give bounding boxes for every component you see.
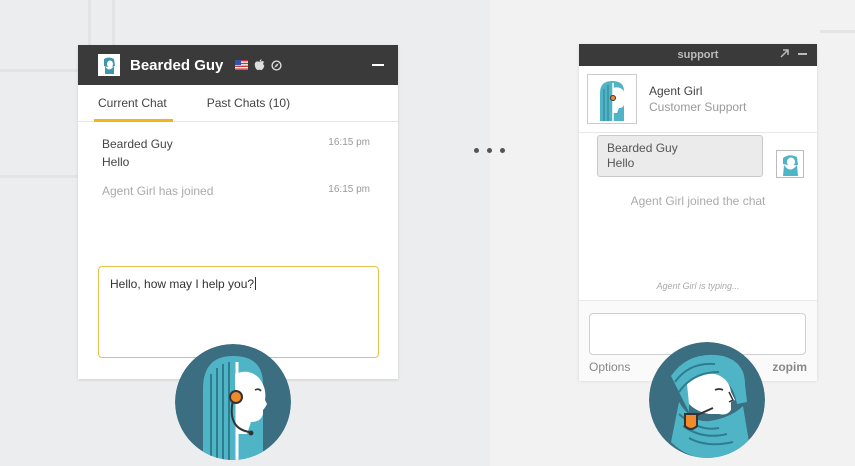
- typing-indicator: Agent Girl is typing...: [656, 281, 740, 291]
- bg-line: [112, 0, 115, 45]
- bg-line: [820, 30, 855, 33]
- agent-chat-panel: Bearded Guy Current Chat Past Chats (10)…: [78, 45, 398, 379]
- bearded-guy-avatar: [649, 342, 765, 458]
- bubble-sender: Bearded Guy: [607, 141, 678, 155]
- bubble-text: Hello: [607, 156, 635, 170]
- agent-info: Agent Girl Customer Support: [649, 84, 746, 114]
- popout-icon[interactable]: [780, 49, 789, 58]
- agent-joined-notice: Agent Girl joined the chat: [630, 194, 766, 208]
- message-time: 16:15 pm: [328, 137, 370, 148]
- zopim-logo[interactable]: zopim: [772, 360, 807, 374]
- reply-input-text: Hello, how may I help you?: [110, 277, 255, 291]
- bg-line: [0, 175, 90, 178]
- chat-message: Bearded Guy Hello 16:15 pm: [102, 137, 370, 169]
- message-text: Hello: [102, 155, 130, 169]
- visitor-avatar-small: [776, 150, 804, 178]
- browser-icon: [271, 59, 282, 71]
- tab-current-chat[interactable]: Current Chat: [94, 85, 173, 122]
- dot: [500, 148, 505, 153]
- visitor-name: Bearded Guy: [130, 56, 224, 74]
- visitor-chat-widget: support Agent Girl Customer Support Bear…: [579, 44, 817, 381]
- agent-role: Customer Support: [649, 100, 747, 114]
- ellipsis-separator: [474, 148, 505, 153]
- agent-panel-header: Bearded Guy: [78, 45, 398, 85]
- system-message: Agent Girl has joined 16:15 pm: [102, 184, 370, 198]
- dot: [474, 148, 479, 153]
- visitor-message-bubble: Bearded Guy Hello: [597, 135, 763, 177]
- us-flag-icon: [235, 60, 249, 70]
- chat-tabs: Current Chat Past Chats (10): [78, 85, 398, 122]
- visitor-avatar-small: [98, 54, 120, 76]
- minimize-button[interactable]: [372, 64, 384, 66]
- widget-header: support: [579, 44, 817, 66]
- bg-line: [88, 0, 91, 45]
- message-time: 16:15 pm: [328, 184, 370, 195]
- tab-past-chats[interactable]: Past Chats (10): [207, 85, 290, 121]
- visitor-info-icons: [235, 59, 282, 71]
- dot: [487, 148, 492, 153]
- agent-card: Agent Girl Customer Support: [579, 66, 817, 133]
- agent-name: Agent Girl: [649, 84, 703, 98]
- bg-line: [0, 69, 90, 72]
- widget-title: support: [677, 49, 719, 61]
- agent-avatar: [587, 74, 637, 124]
- widget-header-icons: [780, 49, 807, 58]
- agent-girl-avatar: [175, 344, 291, 460]
- minimize-button[interactable]: [798, 52, 807, 55]
- options-button[interactable]: Options: [589, 360, 630, 374]
- apple-icon: [255, 59, 265, 71]
- text-caret: [255, 277, 257, 290]
